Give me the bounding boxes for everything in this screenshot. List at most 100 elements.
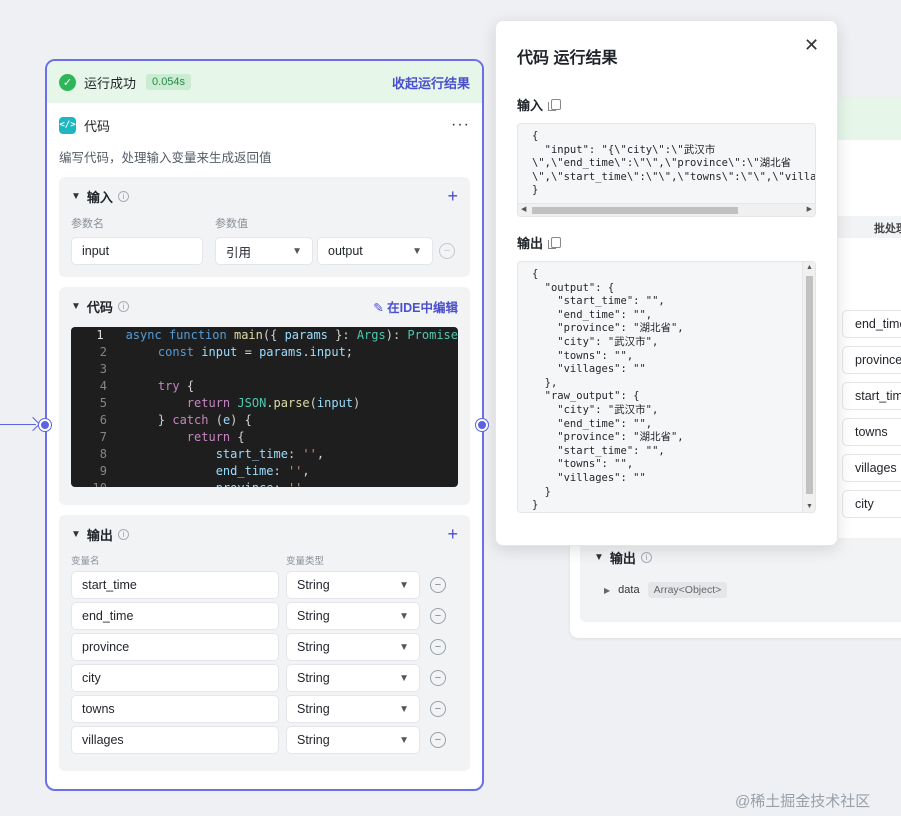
code-node-icon: </> bbox=[59, 116, 76, 134]
code-line: province: '', bbox=[121, 480, 458, 487]
add-input-button[interactable]: + bbox=[447, 186, 458, 207]
scrollbar-thumb[interactable] bbox=[532, 207, 738, 214]
output-var-type-select[interactable]: String ▼ bbox=[286, 633, 420, 661]
info-icon[interactable]: i bbox=[640, 552, 652, 563]
remove-output-button[interactable]: − bbox=[430, 639, 446, 655]
info-icon[interactable]: i bbox=[117, 300, 129, 312]
output-var-type-value: String bbox=[297, 609, 330, 623]
ref-value-select[interactable]: output ▼ bbox=[317, 237, 433, 265]
code-line: const input = params.input; bbox=[157, 345, 354, 359]
output-var-type-value: String bbox=[297, 702, 330, 716]
remove-input-button[interactable]: − bbox=[439, 243, 455, 259]
scrollbar-thumb[interactable] bbox=[806, 276, 813, 494]
output-var-row: towns String ▼ − bbox=[59, 695, 470, 723]
panel-input-label: 输入 bbox=[517, 98, 544, 113]
chevron-down-icon[interactable]: ▼ bbox=[71, 191, 81, 202]
code-line: start_time: '', bbox=[215, 447, 325, 461]
output-var-row: start_time String ▼ − bbox=[59, 571, 470, 599]
chevron-down-icon[interactable]: ▼ bbox=[594, 552, 604, 563]
bg-field-city[interactable]: city bbox=[842, 490, 901, 518]
bg-field-province[interactable]: province bbox=[842, 346, 901, 374]
watermark: @稀土掘金技术社区 bbox=[735, 793, 871, 810]
input-port[interactable] bbox=[39, 419, 51, 431]
output-json-text: { "output": { "start_time": "", "end_tim… bbox=[532, 268, 684, 512]
chevron-down-icon[interactable]: ▼ bbox=[71, 301, 81, 312]
horizontal-scrollbar[interactable]: ◀ ▶ bbox=[518, 203, 815, 216]
bg-output-section: ▼ 输出 i ▶ data Array<Object> bbox=[580, 538, 901, 622]
remove-output-button[interactable]: − bbox=[430, 577, 446, 593]
output-var-name-input[interactable]: end_time bbox=[71, 602, 279, 630]
line-number: 9 bbox=[99, 464, 107, 478]
vertical-scrollbar[interactable]: ▲ ▼ bbox=[802, 262, 815, 512]
chevron-down-icon: ▼ bbox=[399, 641, 409, 653]
output-section: ▼ 输出 i + 变量名 变量类型 start_time String ▼ − end_… bbox=[59, 515, 470, 771]
edit-in-ide-link[interactable]: ✎ 在IDE中编辑 bbox=[373, 297, 458, 316]
line-number: 4 bbox=[99, 379, 107, 393]
info-icon[interactable]: i bbox=[117, 528, 129, 540]
param-name-header: 参数名 bbox=[71, 218, 104, 230]
line-number: 3 bbox=[99, 362, 107, 376]
scroll-right-icon[interactable]: ▶ bbox=[807, 205, 812, 213]
remove-output-button[interactable]: − bbox=[430, 670, 446, 686]
node-title: 代码 bbox=[84, 118, 111, 134]
output-var-type-select[interactable]: String ▼ bbox=[286, 726, 420, 754]
output-var-name-input[interactable]: city bbox=[71, 664, 279, 692]
code-line: return { bbox=[186, 430, 245, 444]
copy-icon[interactable] bbox=[548, 99, 562, 111]
output-var-name-input[interactable]: start_time bbox=[71, 571, 279, 599]
ref-type-select[interactable]: 引用 ▼ bbox=[215, 237, 313, 265]
scroll-down-icon[interactable]: ▼ bbox=[806, 503, 813, 510]
batch-tab-label[interactable]: 批处理 bbox=[874, 220, 901, 236]
bg-field-towns[interactable]: towns bbox=[842, 418, 901, 446]
remove-output-button[interactable]: − bbox=[430, 701, 446, 717]
param-name-input[interactable]: input bbox=[71, 237, 203, 265]
var-type-header: 变量类型 bbox=[286, 556, 325, 567]
scroll-up-icon[interactable]: ▲ bbox=[806, 264, 813, 271]
output-var-name-input[interactable]: province bbox=[71, 633, 279, 661]
output-var-type-select[interactable]: String ▼ bbox=[286, 695, 420, 723]
output-json-viewer[interactable]: { "output": { "start_time": "", "end_tim… bbox=[517, 261, 816, 513]
panel-output-label: 输出 bbox=[517, 236, 544, 251]
remove-output-button[interactable]: − bbox=[430, 732, 446, 748]
bg-field-villages[interactable]: villages bbox=[842, 454, 901, 482]
chevron-down-icon: ▼ bbox=[399, 672, 409, 684]
output-var-name-input[interactable]: towns bbox=[71, 695, 279, 723]
code-section-title: 代码 bbox=[86, 299, 113, 315]
chevron-down-icon: ▼ bbox=[399, 734, 409, 746]
run-result-panel: 代码 运行结果 ✕ 输入 { "input": "{\"city\":\"武汉市… bbox=[495, 20, 838, 546]
code-node[interactable]: ✓ 运行成功 0.054s 收起运行结果 </> 代码 ··· 编写代码，处理输… bbox=[45, 59, 484, 791]
output-var-type-value: String bbox=[297, 578, 330, 592]
output-var-type-select[interactable]: String ▼ bbox=[286, 571, 420, 599]
param-value-header: 参数值 bbox=[215, 218, 248, 230]
output-var-type-select[interactable]: String ▼ bbox=[286, 602, 420, 630]
bg-field-end-time[interactable]: end_time bbox=[842, 310, 901, 338]
chevron-down-icon: ▼ bbox=[399, 610, 409, 622]
bg-output-title: 输出 bbox=[609, 551, 636, 566]
copy-icon[interactable] bbox=[548, 237, 562, 249]
code-line: try { bbox=[157, 379, 195, 393]
expand-triangle-icon[interactable]: ▶ bbox=[604, 586, 610, 595]
line-number: 1 bbox=[96, 328, 104, 342]
remove-output-button[interactable]: − bbox=[430, 608, 446, 624]
input-json-text: { "input": "{\"city\":\"武汉市 \",\"end_tim… bbox=[532, 130, 816, 197]
info-icon[interactable]: i bbox=[117, 190, 129, 202]
panel-title: 代码 运行结果 bbox=[517, 50, 618, 67]
input-json-viewer[interactable]: { "input": "{\"city\":\"武汉市 \",\"end_tim… bbox=[517, 123, 816, 217]
code-editor[interactable]: 1 async function main({ params }: Args): … bbox=[71, 327, 458, 487]
close-icon[interactable]: ✕ bbox=[804, 35, 819, 56]
run-status-text: 运行成功 bbox=[84, 75, 137, 91]
more-options-icon[interactable]: ··· bbox=[451, 116, 470, 134]
output-var-type-select[interactable]: String ▼ bbox=[286, 664, 420, 692]
code-line: end_time: '', bbox=[215, 464, 310, 478]
output-var-type-value: String bbox=[297, 640, 330, 654]
output-port[interactable] bbox=[476, 419, 488, 431]
chevron-down-icon[interactable]: ▼ bbox=[71, 529, 81, 540]
add-output-button[interactable]: + bbox=[447, 524, 458, 545]
scroll-left-icon[interactable]: ◀ bbox=[521, 205, 526, 213]
output-var-name-input[interactable]: villages bbox=[71, 726, 279, 754]
node-description: 编写代码，处理输入变量来生成返回值 bbox=[59, 151, 272, 165]
chevron-down-icon: ▼ bbox=[412, 245, 422, 257]
collapse-result-link[interactable]: 收起运行结果 bbox=[392, 73, 470, 92]
bg-field-start-time[interactable]: start_time bbox=[842, 382, 901, 410]
